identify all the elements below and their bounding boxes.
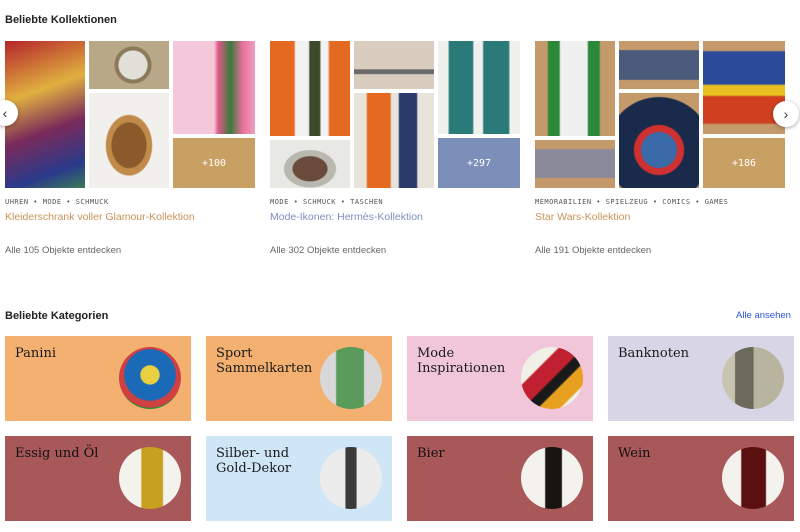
collection-more-count[interactable]: +297	[438, 138, 520, 188]
collection-image-mosaic[interactable]: +186	[535, 41, 785, 188]
collection-title[interactable]: Mode-Ikonen: Hermès-Kollektion	[270, 211, 520, 223]
collection-tags: MODE • SCHMUCK • TASCHEN	[270, 198, 384, 206]
category-label: Panini	[15, 346, 56, 361]
category-image	[722, 447, 784, 509]
collection-image	[89, 41, 169, 89]
collection-image	[619, 93, 699, 188]
collection-tags: MEMORABILIEN • SPIELZEUG • COMICS • GAME…	[535, 198, 729, 206]
category-tile-essig-und-oel[interactable]: Essig und Öl	[5, 436, 191, 521]
category-image	[722, 347, 784, 409]
category-tile-banknoten[interactable]: Banknoten	[608, 336, 794, 421]
collection-tags: UHREN • MODE • SCHMUCK	[5, 198, 109, 206]
categories-heading: Beliebte Kategorien	[5, 310, 109, 322]
category-image	[521, 347, 583, 409]
collection-discover-link[interactable]: Alle 302 Objekte entdecken	[270, 245, 520, 256]
collections-heading: Beliebte Kollektionen	[5, 14, 117, 26]
category-label: Bier	[417, 446, 445, 461]
carousel-next-button[interactable]: ›	[773, 101, 799, 127]
category-image	[521, 447, 583, 509]
collection-image	[535, 41, 615, 136]
category-tile-bier[interactable]: Bier	[407, 436, 593, 521]
collection-title[interactable]: Kleiderschrank voller Glamour-Kollektion	[5, 211, 255, 223]
collection-image	[270, 140, 350, 188]
category-tile-sport-sammelkarten[interactable]: Sport Sammelkarten	[206, 336, 392, 421]
collection-image	[89, 93, 169, 188]
category-label: Wein	[618, 446, 651, 461]
category-label: Banknoten	[618, 346, 690, 361]
collection-image	[619, 41, 699, 89]
collection-more-count[interactable]: +100	[173, 138, 255, 188]
collection-image-mosaic[interactable]: +297	[270, 41, 520, 188]
category-label: Sport Sammelkarten	[216, 346, 313, 376]
collection-discover-link[interactable]: Alle 191 Objekte entdecken	[535, 245, 785, 256]
see-all-categories-link[interactable]: Alle ansehen	[736, 310, 791, 321]
category-image	[119, 347, 181, 409]
category-image	[320, 447, 382, 509]
collection-image	[438, 41, 520, 134]
category-image	[320, 347, 382, 409]
collection-card[interactable]: +297 MODE • SCHMUCK • TASCHEN Mode-Ikone…	[270, 41, 520, 256]
category-image	[119, 447, 181, 509]
collection-image	[270, 41, 350, 136]
category-label: Mode Inspirationen	[417, 346, 506, 376]
collection-image	[703, 41, 785, 134]
collection-discover-link[interactable]: Alle 105 Objekte entdecken	[5, 245, 255, 256]
collection-image	[354, 41, 434, 89]
category-tile-mode-inspirationen[interactable]: Mode Inspirationen	[407, 336, 593, 421]
category-label: Silber- und Gold-Dekor	[216, 446, 292, 476]
collection-image	[354, 93, 434, 188]
chevron-left-icon: ‹	[2, 105, 8, 121]
category-tile-wein[interactable]: Wein	[608, 436, 794, 521]
category-tile-silber-und-gold-dekor[interactable]: Silber- und Gold-Dekor	[206, 436, 392, 521]
collection-card[interactable]: +186 MEMORABILIEN • SPIELZEUG • COMICS •…	[535, 41, 785, 256]
category-label: Essig und Öl	[15, 446, 99, 461]
chevron-right-icon: ›	[783, 106, 789, 122]
collection-image	[173, 41, 255, 134]
collection-image-mosaic[interactable]: +100	[5, 41, 255, 188]
collection-card[interactable]: +100 UHREN • MODE • SCHMUCK Kleiderschra…	[5, 41, 255, 256]
category-tile-panini[interactable]: Panini	[5, 336, 191, 421]
collection-image	[535, 140, 615, 188]
collection-title[interactable]: Star Wars-Kollektion	[535, 211, 785, 223]
collection-more-count[interactable]: +186	[703, 138, 785, 188]
